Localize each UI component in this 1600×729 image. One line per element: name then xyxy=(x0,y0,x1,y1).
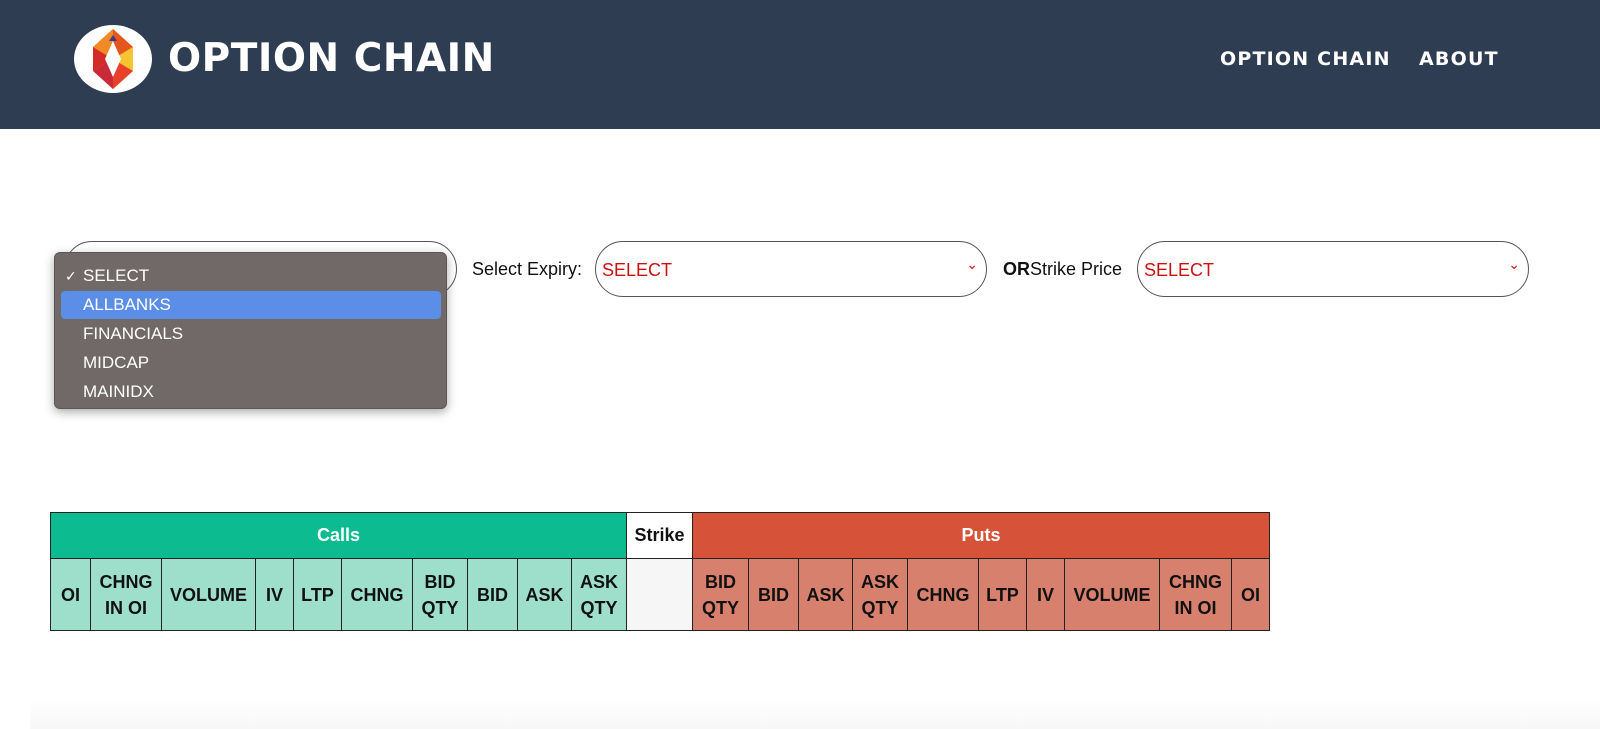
puts-col-volume: VOLUME xyxy=(1064,558,1160,631)
expiry-select[interactable]: SELECT ⌄ xyxy=(595,241,987,297)
calls-col-ltp: LTP xyxy=(293,558,342,631)
calls-col-ask-qty: ASK QTY xyxy=(571,558,627,631)
symbol-dropdown-menu: ✓ SELECT ALLBANKS FINANCIALS MIDCAP MAIN… xyxy=(54,252,447,409)
puts-col-ask-qty: ASK QTY xyxy=(852,558,908,631)
option-chain-table: Calls Strike Puts OI CHNG IN OI VOLUME I… xyxy=(50,512,1270,631)
brand-title[interactable]: OPTION CHAIN xyxy=(168,36,495,81)
calls-col-oi: OI xyxy=(50,558,91,631)
nav-about[interactable]: ABOUT xyxy=(1419,48,1499,70)
puts-col-bid-qty: BID QTY xyxy=(692,558,749,631)
puts-col-oi: OI xyxy=(1231,558,1270,631)
strike-col-empty xyxy=(626,558,693,631)
strike-select-value: SELECT xyxy=(1144,260,1215,280)
calls-col-bid: BID xyxy=(467,558,518,631)
dropdown-option-label: FINANCIALS xyxy=(83,324,184,343)
checkmark-icon: ✓ xyxy=(65,268,77,284)
calls-col-chng: CHNG xyxy=(341,558,413,631)
nav-option-chain[interactable]: OPTION CHAIN xyxy=(1220,48,1391,70)
logo-icon xyxy=(93,29,133,89)
dropdown-option-label: MAINIDX xyxy=(83,382,154,401)
or-label: OR xyxy=(1003,259,1030,279)
strike-header: Strike xyxy=(626,512,693,559)
puts-col-bid: BID xyxy=(748,558,799,631)
table-column-header-row: OI CHNG IN OI VOLUME IV LTP CHNG BID QTY… xyxy=(50,558,1270,631)
navbar: OPTION CHAIN OPTION CHAIN ABOUT xyxy=(0,0,1600,129)
calls-col-bid-qty: BID QTY xyxy=(412,558,468,631)
dropdown-option-allbanks[interactable]: ALLBANKS xyxy=(61,291,441,319)
strike-label: ORStrike Price xyxy=(1003,259,1122,280)
chevron-down-icon: ⌄ xyxy=(1508,256,1520,272)
puts-header: Puts xyxy=(692,512,1270,559)
dropdown-option-financials[interactable]: FINANCIALS xyxy=(61,320,441,348)
puts-col-chng-in-oi: CHNG IN OI xyxy=(1159,558,1232,631)
strike-price-label: Strike Price xyxy=(1030,259,1123,279)
calls-col-volume: VOLUME xyxy=(161,558,256,631)
dropdown-option-label: SELECT xyxy=(83,266,150,285)
calls-header: Calls xyxy=(50,512,627,559)
puts-col-ltp: LTP xyxy=(978,558,1027,631)
expiry-select-value: SELECT xyxy=(602,260,673,280)
footer-shadow xyxy=(30,700,1600,729)
calls-col-chng-in-oi: CHNG IN OI xyxy=(90,558,162,631)
dropdown-option-label: MIDCAP xyxy=(83,353,150,372)
expiry-label: Select Expiry: xyxy=(472,259,583,279)
calls-col-ask: ASK xyxy=(517,558,572,631)
puts-col-iv: IV xyxy=(1026,558,1065,631)
dropdown-option-select[interactable]: ✓ SELECT xyxy=(61,262,441,290)
strike-select[interactable]: SELECT ⌄ xyxy=(1137,241,1529,297)
dropdown-option-mainidx[interactable]: MAINIDX xyxy=(61,378,441,406)
puts-col-chng: CHNG xyxy=(907,558,979,631)
puts-col-ask: ASK xyxy=(798,558,853,631)
dropdown-option-label: ALLBANKS xyxy=(83,295,171,314)
dropdown-option-midcap[interactable]: MIDCAP xyxy=(61,349,441,377)
calls-col-iv: IV xyxy=(255,558,294,631)
logo[interactable] xyxy=(74,25,152,93)
chevron-down-icon: ⌄ xyxy=(966,256,978,272)
table-group-header-row: Calls Strike Puts xyxy=(50,512,1270,559)
